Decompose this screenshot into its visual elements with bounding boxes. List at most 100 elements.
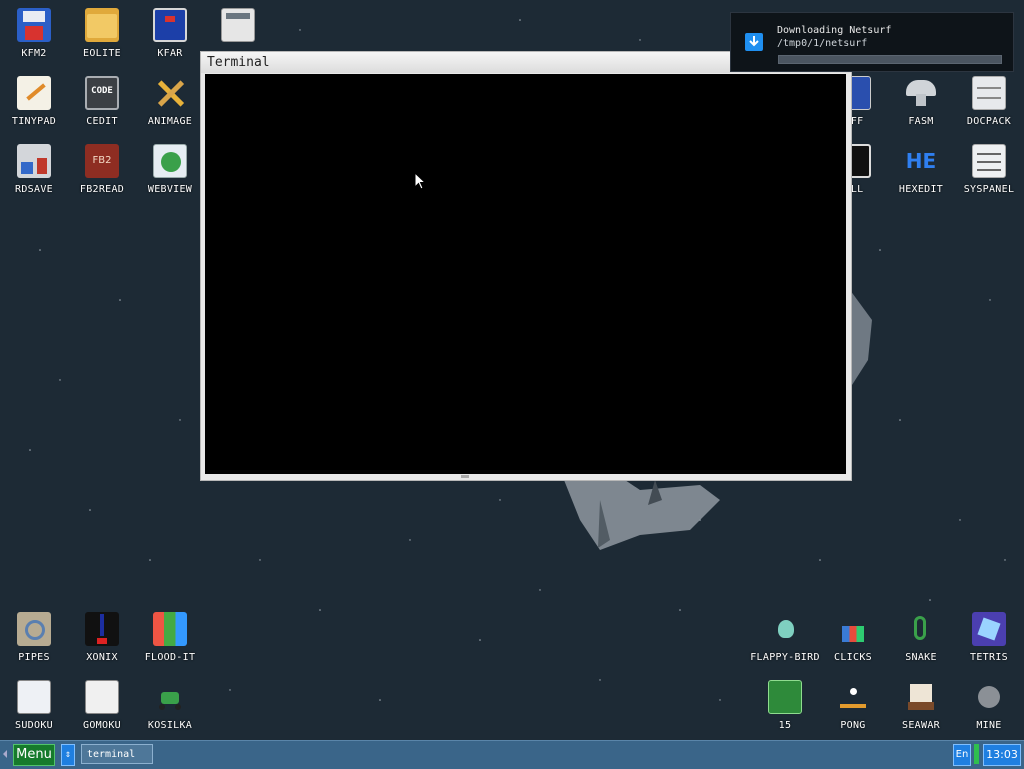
- pencil-ruler-icon: [153, 76, 187, 110]
- desktop-icon-pipes[interactable]: PIPES: [0, 604, 68, 672]
- pipes-icon: [17, 612, 51, 646]
- desktop-icon-label: TETRIS: [970, 652, 1008, 663]
- desktop-icon-label: KFAR: [157, 48, 183, 59]
- download-arrow-icon: [745, 33, 763, 51]
- color-grid-icon: [153, 612, 187, 646]
- download-notification[interactable]: Downloading Netsurf /tmp0/1/netsurf: [730, 12, 1014, 72]
- desktop-icon-label: MINE: [976, 720, 1002, 731]
- desktop-icon-label: FASM: [908, 116, 934, 127]
- taskbar: Menu ⇕ terminal En 13:03: [0, 740, 1024, 769]
- desktop-icon-label: PONG: [840, 720, 866, 731]
- taskbar-scroll-left-icon[interactable]: [3, 750, 7, 758]
- desktop-icon-label: KFM2: [21, 48, 47, 59]
- menu-button[interactable]: Menu: [13, 744, 55, 766]
- tic-tac-toe-icon: [85, 680, 119, 714]
- desktop-icon-label: EOLITE: [83, 48, 121, 59]
- terminal-content[interactable]: [205, 74, 846, 474]
- code-editor-icon: CODE: [85, 76, 119, 110]
- fifteen-puzzle-icon: [768, 680, 802, 714]
- desktop-icon-hexedit[interactable]: HE HEXEDIT: [887, 136, 955, 204]
- desktop-icon-label: SUDOKU: [15, 720, 53, 731]
- desktop-icon-label: SNAKE: [905, 652, 937, 663]
- desktop-icon-label: CEDIT: [86, 116, 118, 127]
- sliders-icon: [972, 144, 1006, 178]
- sudoku-grid-icon: [17, 680, 51, 714]
- cabinet-icon: [972, 76, 1006, 110]
- desktop-icon-animage[interactable]: ANIMAGE: [136, 68, 204, 136]
- hex-glyph-text: HE: [905, 149, 937, 173]
- mouse-cursor-icon: [414, 172, 426, 190]
- desktop-icon-tinypad[interactable]: TINYPAD: [0, 68, 68, 136]
- desktop-icon-cedit[interactable]: CODE CEDIT: [68, 68, 136, 136]
- calculator-icon: [221, 8, 255, 42]
- book-glyph-text: FB2: [92, 155, 112, 166]
- folder-icon: [85, 8, 119, 42]
- clock[interactable]: 13:03: [983, 744, 1021, 766]
- bird-icon: [768, 612, 802, 646]
- tetris-block-icon: [972, 612, 1006, 646]
- desktop-icon-kfm2[interactable]: KFM2: [0, 0, 68, 68]
- snake-icon: [904, 612, 938, 646]
- desktop-icon-floodit[interactable]: FLOOD-IT: [136, 604, 204, 672]
- desktop-icon-seawar[interactable]: SEAWAR: [887, 672, 955, 740]
- desktop-icon-label: SYSPANEL: [963, 184, 1015, 195]
- lawnmower-icon: [153, 680, 187, 714]
- desktop-icon-fb2read[interactable]: FB2 FB2READ: [68, 136, 136, 204]
- desktop-icon-mine[interactable]: MINE: [955, 672, 1023, 740]
- taskbar-item-terminal[interactable]: terminal: [81, 744, 153, 764]
- desktop-icon-xonix[interactable]: XONIX: [68, 604, 136, 672]
- resize-grip[interactable]: [461, 475, 469, 478]
- desktop-icon-rdsave[interactable]: RDSAVE: [0, 136, 68, 204]
- desktop-icon-label: RDSAVE: [15, 184, 53, 195]
- desktop-icon-flappy-bird[interactable]: FLAPPY-BIRD: [750, 604, 820, 672]
- desktop-icon-syspanel[interactable]: SYSPANEL: [955, 136, 1023, 204]
- desktop-icon-docpack[interactable]: DOCPACK: [955, 68, 1023, 136]
- desktop-icon-label: ANIMAGE: [147, 116, 193, 127]
- pong-icon: [836, 680, 870, 714]
- desktop-icon-gomoku[interactable]: GOMOKU: [68, 672, 136, 740]
- book-icon: FB2: [85, 144, 119, 178]
- desktop-icon-fasm[interactable]: FASM: [887, 68, 955, 136]
- code-glyph-text: CODE: [91, 86, 113, 96]
- desktop-icon-label: FB2READ: [79, 184, 125, 195]
- desktop-icon-label: PIPES: [18, 652, 50, 663]
- file-manager-icon: [153, 8, 187, 42]
- desktop-icon-label: SEAWAR: [902, 720, 940, 731]
- desktop-icon-pong[interactable]: PONG: [819, 672, 887, 740]
- terminal-window[interactable]: Terminal: [200, 51, 852, 481]
- fasm-icon: [904, 76, 938, 110]
- desktop-icon-label: HEXEDIT: [898, 184, 944, 195]
- desktop-icon-eolite[interactable]: EOLITE: [68, 0, 136, 68]
- updown-arrows-icon: ⇕: [64, 749, 72, 760]
- desktop-icon-label: CLICKS: [834, 652, 872, 663]
- hex-editor-icon: HE: [904, 144, 938, 178]
- notification-title: Downloading Netsurf: [777, 25, 892, 36]
- blocks-icon: [836, 612, 870, 646]
- desktop-icon-clicks[interactable]: CLICKS: [819, 604, 887, 672]
- desktop-icon-label: GOMOKU: [83, 720, 121, 731]
- ramdisk-save-icon: [17, 144, 51, 178]
- desktop-icon-label: DOCPACK: [966, 116, 1012, 127]
- desktop-icon-15[interactable]: 15: [751, 672, 819, 740]
- desktop-icon-sudoku[interactable]: SUDOKU: [0, 672, 68, 740]
- language-indicator[interactable]: En: [953, 744, 971, 766]
- desktop-icon-label: XONIX: [86, 652, 118, 663]
- desktop-icon-label: FLOOD-IT: [144, 652, 196, 663]
- mine-icon: [972, 680, 1006, 714]
- desktop-icon-label: FLAPPY-BIRD: [750, 652, 820, 663]
- globe-browser-icon: [153, 144, 187, 178]
- floppy-disk-icon: [17, 8, 51, 42]
- taskbar-separator: [974, 744, 979, 764]
- notepad-pencil-icon: [17, 76, 51, 110]
- window-switch-button[interactable]: ⇕: [61, 744, 75, 766]
- desktop-icon-tetris[interactable]: TETRIS: [955, 604, 1023, 672]
- desktop-icon-label: 15: [778, 720, 792, 731]
- desktop-icon-kfar[interactable]: KFAR: [136, 0, 204, 68]
- desktop-icon-kosilka[interactable]: KOSILKA: [136, 672, 204, 740]
- desktop-icon-webview[interactable]: WEBVIEW: [136, 136, 204, 204]
- desktop-icon-snake[interactable]: SNAKE: [887, 604, 955, 672]
- notification-path: /tmp0/1/netsurf: [777, 38, 868, 49]
- sailing-ship-icon: [904, 680, 938, 714]
- download-progress-bar: [778, 55, 1002, 64]
- xonix-icon: [85, 612, 119, 646]
